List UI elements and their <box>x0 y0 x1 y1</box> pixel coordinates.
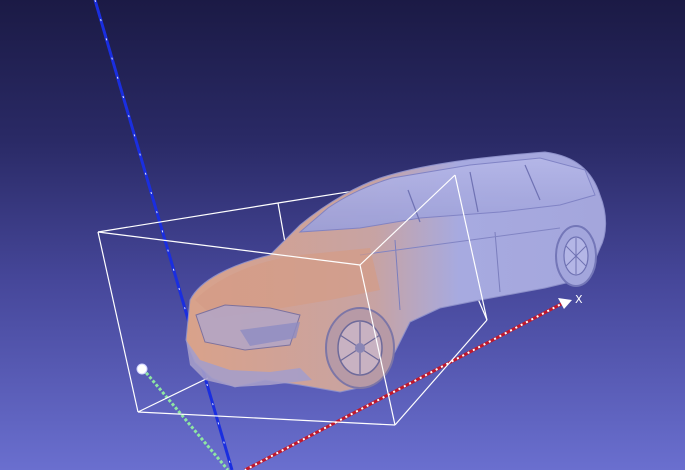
3d-viewport[interactable]: X <box>0 0 685 470</box>
rear-wheel <box>555 225 597 287</box>
3d-scene-canvas[interactable]: X <box>0 0 685 470</box>
y-axis <box>141 368 230 470</box>
x-axis-label: X <box>575 293 583 306</box>
car-3d-mesh-icon[interactable] <box>185 151 607 393</box>
pivot-icon[interactable] <box>136 363 148 375</box>
